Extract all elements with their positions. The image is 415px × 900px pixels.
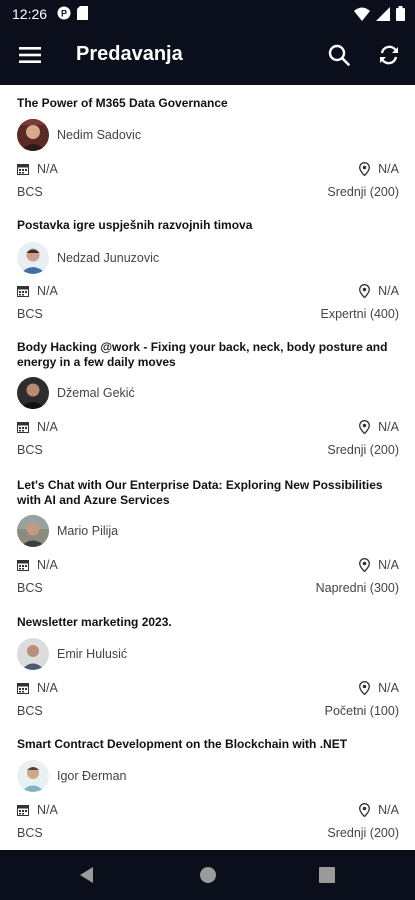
session-date: N/A bbox=[17, 284, 58, 298]
speaker-avatar bbox=[17, 515, 49, 547]
session-date: N/A bbox=[17, 162, 58, 176]
calendar-icon bbox=[17, 560, 29, 571]
sd-card-icon bbox=[77, 6, 88, 20]
session-location: N/A bbox=[359, 803, 399, 817]
session-level: Srednji (200) bbox=[327, 443, 399, 457]
session-date-value: N/A bbox=[37, 162, 58, 176]
speaker-name: Nedim Sadovic bbox=[57, 128, 142, 142]
system-nav-bar bbox=[0, 850, 415, 900]
menu-icon[interactable] bbox=[18, 43, 42, 67]
signal-icon bbox=[376, 6, 390, 21]
session-card[interactable]: Let's Chat with Our Enterprise Data: Exp… bbox=[0, 467, 415, 606]
location-pin-icon bbox=[359, 803, 371, 817]
session-location: N/A bbox=[359, 681, 399, 695]
speaker-avatar bbox=[17, 119, 49, 151]
session-card[interactable]: Newsletter marketing 2023. Emir Hulusić … bbox=[0, 605, 415, 728]
page-title: Predavanja bbox=[76, 43, 183, 65]
session-date: N/A bbox=[17, 681, 58, 695]
session-level: Expertni (400) bbox=[320, 307, 399, 321]
status-bar: 12:26 P bbox=[0, 0, 415, 28]
session-location-value: N/A bbox=[378, 803, 399, 817]
session-location-value: N/A bbox=[378, 558, 399, 572]
speaker-avatar bbox=[17, 377, 49, 409]
session-title: Newsletter marketing 2023. bbox=[17, 615, 172, 629]
session-location-value: N/A bbox=[378, 420, 399, 434]
session-level: Srednji (200) bbox=[327, 826, 399, 840]
svg-text:P: P bbox=[61, 9, 67, 19]
session-date-value: N/A bbox=[37, 420, 58, 434]
session-title: Body Hacking @work - Fixing your back, n… bbox=[17, 340, 388, 369]
location-pin-icon bbox=[359, 681, 371, 695]
session-date: N/A bbox=[17, 420, 58, 434]
session-location: N/A bbox=[359, 558, 399, 572]
session-title: Let's Chat with Our Enterprise Data: Exp… bbox=[17, 478, 383, 507]
speaker-name: Džemal Gekić bbox=[57, 386, 135, 400]
status-time: 12:26 bbox=[12, 6, 48, 22]
session-language: BCS bbox=[17, 704, 43, 718]
app-bar: Predavanja bbox=[0, 28, 415, 85]
search-icon[interactable] bbox=[328, 44, 350, 66]
session-language: BCS bbox=[17, 826, 43, 840]
session-language: BCS bbox=[17, 185, 43, 199]
session-location: N/A bbox=[359, 420, 399, 434]
session-language: BCS bbox=[17, 443, 43, 457]
session-location: N/A bbox=[359, 284, 399, 298]
calendar-icon bbox=[17, 164, 29, 175]
session-location-value: N/A bbox=[378, 681, 399, 695]
session-card[interactable]: Body Hacking @work - Fixing your back, n… bbox=[0, 329, 415, 468]
session-location-value: N/A bbox=[378, 284, 399, 298]
session-date: N/A bbox=[17, 558, 58, 572]
speaker-name: Nedzad Junuzovic bbox=[57, 251, 160, 265]
calendar-icon bbox=[17, 422, 29, 433]
location-pin-icon bbox=[359, 420, 371, 434]
session-language: BCS bbox=[17, 307, 43, 321]
session-date: N/A bbox=[17, 803, 58, 817]
app-notification-icon: P bbox=[57, 6, 71, 20]
session-date-value: N/A bbox=[37, 284, 58, 298]
session-level: Napredni (300) bbox=[315, 581, 399, 595]
session-title: Postavka igre uspješnih razvojnih timova bbox=[17, 218, 253, 232]
session-card[interactable]: Smart Contract Development on the Blockc… bbox=[0, 727, 415, 850]
calendar-icon bbox=[17, 683, 29, 694]
location-pin-icon bbox=[359, 284, 371, 298]
calendar-icon bbox=[17, 286, 29, 297]
speaker-name: Emir Hulusić bbox=[57, 647, 128, 661]
session-level: Početni (100) bbox=[324, 704, 399, 718]
session-card[interactable]: The Power of M365 Data Governance Nedim … bbox=[0, 85, 415, 209]
session-title: Smart Contract Development on the Blockc… bbox=[17, 737, 348, 751]
recent-apps-icon[interactable] bbox=[318, 866, 336, 884]
session-date-value: N/A bbox=[37, 558, 58, 572]
session-date-value: N/A bbox=[37, 681, 58, 695]
session-level: Srednji (200) bbox=[327, 185, 399, 199]
speaker-avatar bbox=[17, 760, 49, 792]
speaker-avatar bbox=[17, 242, 49, 274]
session-date-value: N/A bbox=[37, 803, 58, 817]
session-list[interactable]: The Power of M365 Data Governance Nedim … bbox=[0, 85, 415, 850]
speaker-avatar bbox=[17, 638, 49, 670]
wifi-icon bbox=[354, 7, 370, 21]
back-icon[interactable] bbox=[78, 866, 96, 884]
session-card[interactable]: Postavka igre uspješnih razvojnih timova… bbox=[0, 208, 415, 330]
session-language: BCS bbox=[17, 581, 43, 595]
session-location: N/A bbox=[359, 162, 399, 176]
calendar-icon bbox=[17, 805, 29, 816]
refresh-icon[interactable] bbox=[378, 44, 400, 66]
session-title: The Power of M365 Data Governance bbox=[17, 96, 228, 110]
location-pin-icon bbox=[359, 558, 371, 572]
speaker-name: Mario Pilija bbox=[57, 524, 119, 538]
location-pin-icon bbox=[359, 162, 371, 176]
session-location-value: N/A bbox=[378, 162, 399, 176]
battery-icon bbox=[396, 6, 405, 21]
home-icon[interactable] bbox=[199, 866, 217, 884]
speaker-name: Igor Đerman bbox=[57, 769, 127, 783]
